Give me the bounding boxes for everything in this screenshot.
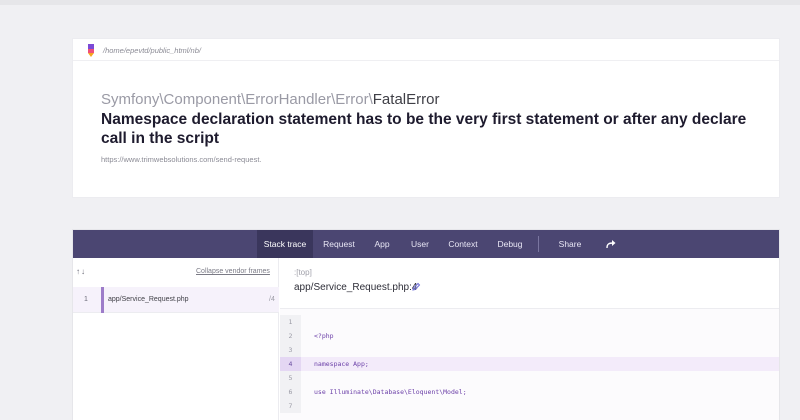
line-number: 2 (280, 329, 301, 343)
tab-user[interactable]: User (403, 230, 437, 258)
code-line: 2 <?php (280, 329, 779, 343)
collapse-vendor-frames-link[interactable]: Collapse vendor frames (196, 268, 270, 275)
nav-separator (538, 236, 539, 252)
tab-context[interactable]: Context (443, 230, 483, 258)
tab-stack-trace[interactable]: Stack trace (257, 230, 313, 258)
frame-file-path: app/Service_Request.php:4 (294, 282, 418, 293)
code-line: 5 (280, 371, 779, 385)
flare-logo-icon (88, 44, 94, 57)
frame-line-number: /4 (269, 296, 275, 303)
line-number: 5 (280, 371, 301, 385)
exception-message: Namespace declaration statement has to b… (101, 111, 747, 147)
line-code: namespace App; (314, 360, 369, 368)
line-number: 4 (280, 357, 301, 371)
line-number: 6 (280, 385, 301, 399)
line-code: <?php (314, 332, 334, 340)
app-path: /home/epevtd/public_html/nb/ (103, 46, 201, 55)
tab-debug[interactable]: Debug (489, 230, 531, 258)
top-strip (0, 0, 800, 5)
code-line-highlighted: 4 namespace App; (280, 357, 779, 371)
tab-app[interactable]: App (367, 230, 397, 258)
exception-class: Symfony\Component\ErrorHandler\Error\Fat… (101, 91, 439, 108)
line-code: use Illuminate\Database\Eloquent\Model; (314, 388, 467, 396)
code-snippet: 1 2 <?php 3 4 namespace App; 5 6 use Ill… (280, 308, 779, 420)
frame-number: 1 (84, 296, 88, 303)
tab-bar: Stack trace Request App User Context Deb… (73, 230, 779, 258)
code-line: 1 (280, 315, 779, 329)
line-number: 1 (280, 315, 301, 329)
line-number: 7 (280, 399, 301, 413)
frame-location-label: :[top] (294, 268, 312, 277)
error-card: /home/epevtd/public_html/nb/ Symfony\Com… (72, 38, 780, 198)
tab-request[interactable]: Request (317, 230, 361, 258)
stack-trace-panel: Stack trace Request App User Context Deb… (72, 229, 780, 420)
frame-nav-arrows-icon[interactable]: ↑↓ (76, 267, 86, 276)
request-url[interactable]: https://www.trimwebsolutions.com/send-re… (101, 155, 261, 164)
frame-file: app/Service_Request.php (108, 296, 189, 303)
frame-item[interactable]: 1 app/Service_Request.php /4 (73, 287, 279, 313)
source-view: :[top] app/Service_Request.php:4 1 2 <?p… (280, 258, 779, 420)
frames-list: ↑↓ Collapse vendor frames 1 app/Service_… (73, 258, 279, 420)
frame-selected-indicator (101, 287, 104, 313)
exception-namespace: Symfony\Component\ErrorHandler\Error\ (101, 91, 373, 108)
code-line: 6 use Illuminate\Database\Eloquent\Model… (280, 385, 779, 399)
exception-class-name: FatalError (372, 91, 440, 108)
line-number: 3 (280, 343, 301, 357)
share-button[interactable]: Share (548, 230, 592, 258)
code-line: 7 (280, 399, 779, 413)
code-line: 3 (280, 343, 779, 357)
pencil-icon[interactable] (411, 282, 421, 292)
share-arrow-icon[interactable] (606, 239, 616, 249)
error-header: /home/epevtd/public_html/nb/ (73, 39, 779, 61)
